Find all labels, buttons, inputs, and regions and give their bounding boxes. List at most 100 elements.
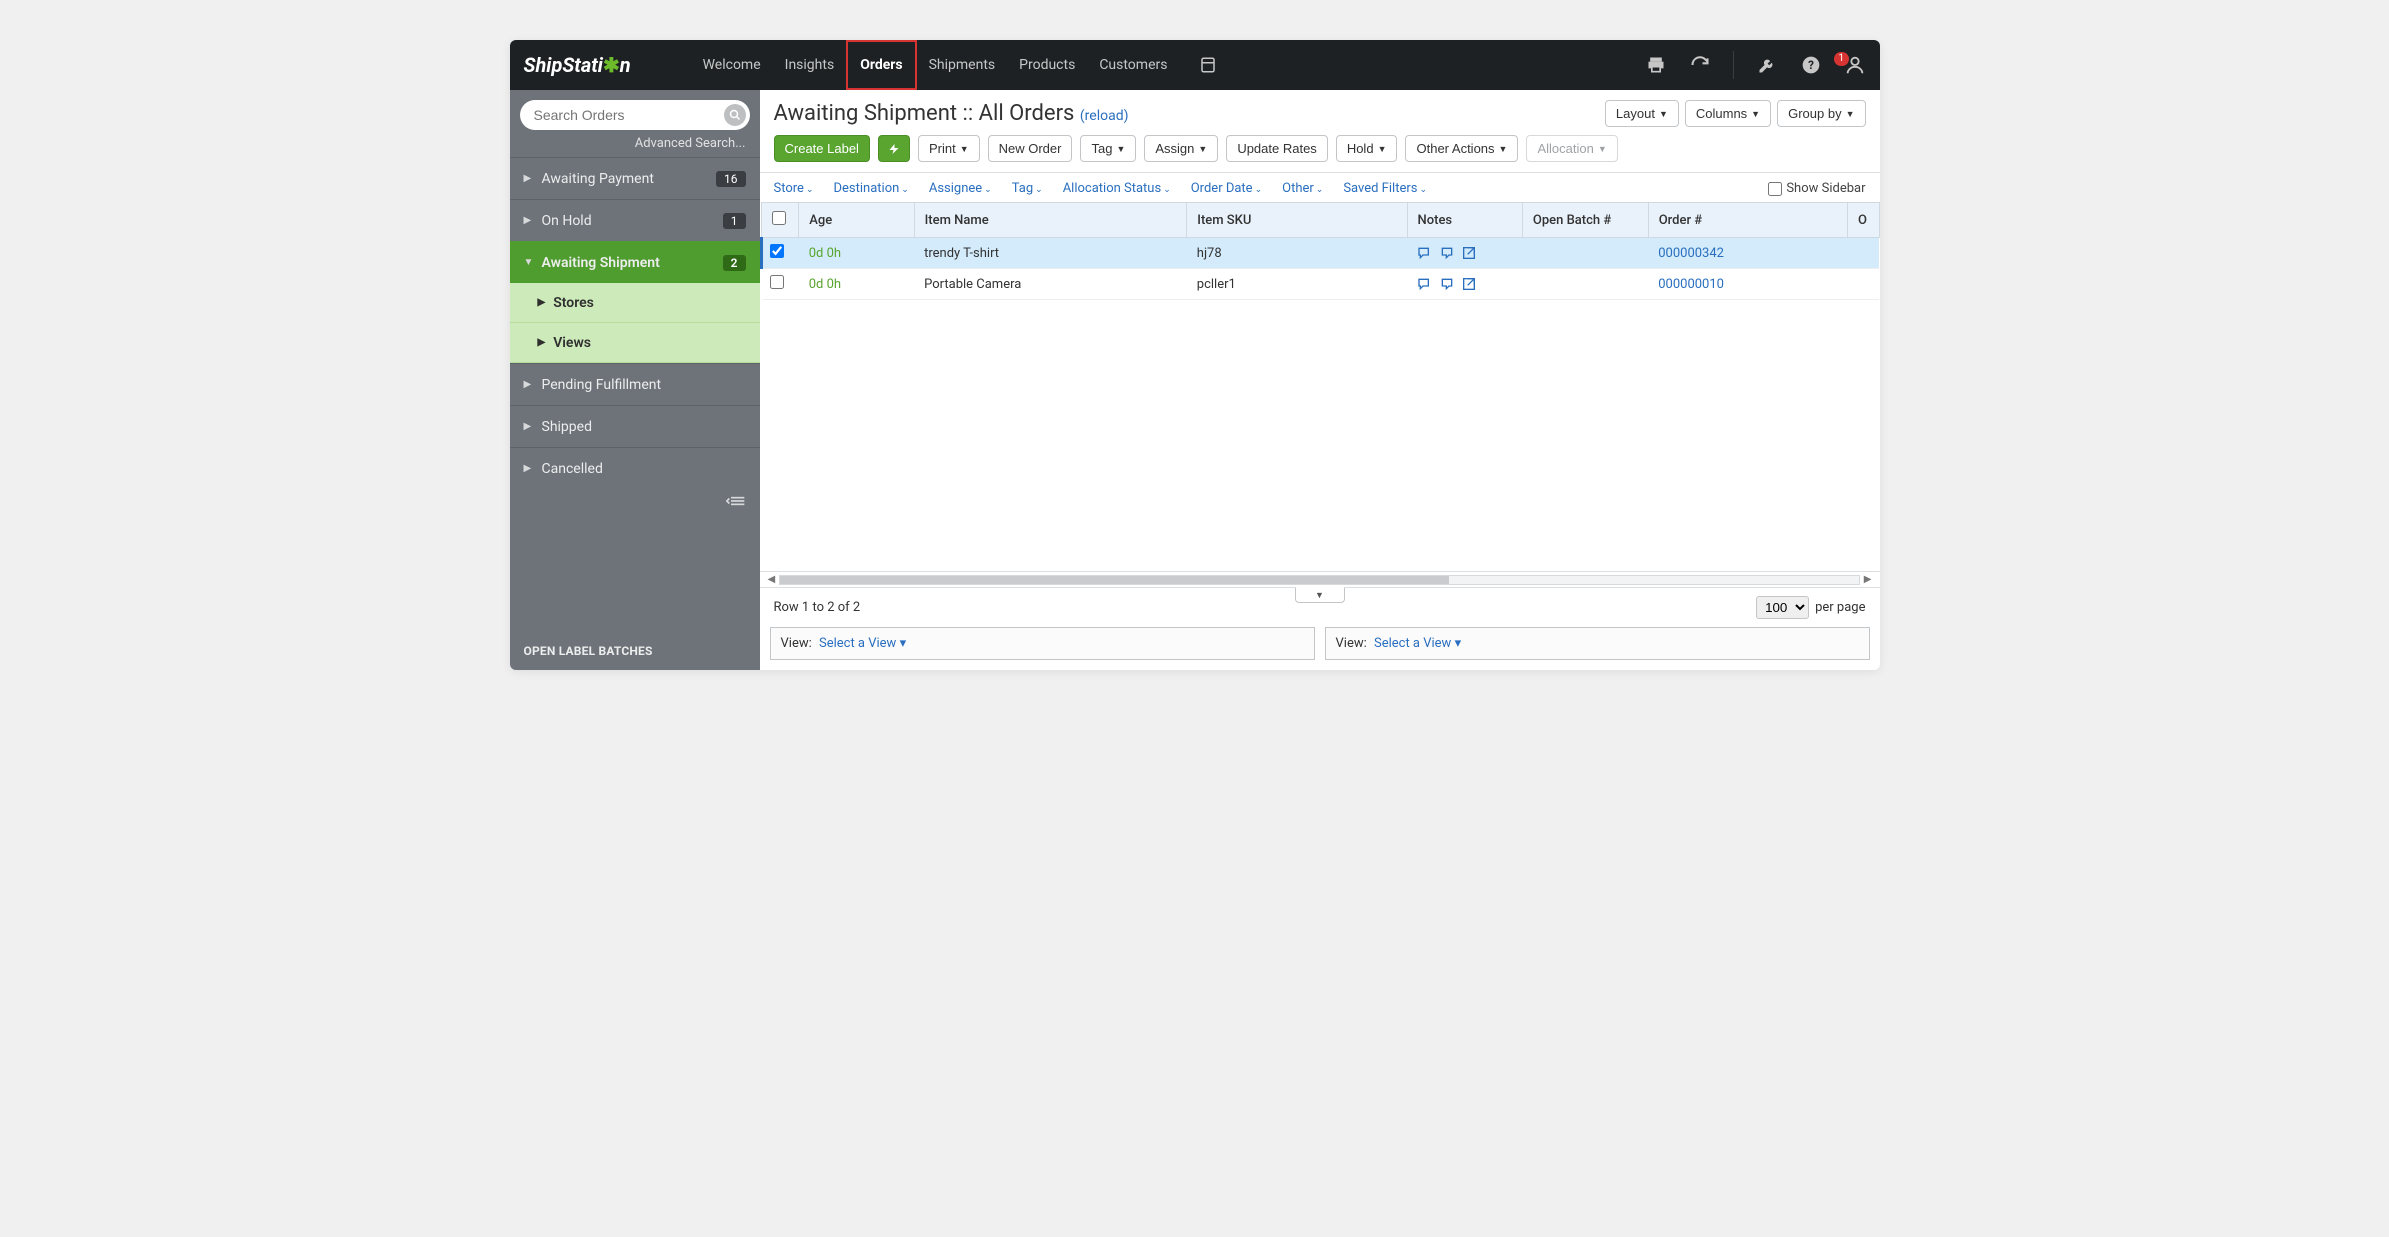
nav-products[interactable]: Products: [1007, 40, 1087, 90]
order-link[interactable]: 000000342: [1658, 246, 1724, 261]
new-order-button[interactable]: New Order: [988, 135, 1073, 162]
select-view-link[interactable]: Select a View ▾: [819, 636, 906, 651]
select-all-checkbox[interactable]: [772, 211, 786, 225]
nav-welcome[interactable]: Welcome: [691, 40, 773, 90]
table-row[interactable]: 0d 0h Portable Camera pcller1: [761, 269, 1879, 300]
sidebar-item-label: Shipped: [542, 419, 746, 435]
quick-ship-button[interactable]: [878, 135, 910, 162]
print-button[interactable]: Print▼: [918, 135, 980, 162]
tag-button[interactable]: Tag▼: [1080, 135, 1136, 162]
horizontal-scrollbar[interactable]: ◀ ▶: [760, 571, 1880, 587]
hold-button[interactable]: Hold▼: [1336, 135, 1398, 162]
table-footer: Row 1 to 2 of 2 ▼ 100 per page: [760, 587, 1880, 627]
filter-bar: Store⌄ Destination⌄ Assignee⌄ Tag⌄ Alloc…: [760, 173, 1880, 202]
search-button[interactable]: [724, 104, 746, 126]
per-page-select[interactable]: 100: [1756, 596, 1809, 619]
filter-store[interactable]: Store⌄: [774, 181, 814, 196]
open-note-icon[interactable]: [1461, 245, 1477, 261]
col-item-name[interactable]: Item Name: [914, 203, 1187, 238]
advanced-search-link[interactable]: Advanced Search...: [510, 132, 760, 157]
internal-note-icon[interactable]: [1439, 276, 1455, 292]
scroll-left-icon[interactable]: ◀: [764, 574, 780, 585]
sidebar-item-cancelled[interactable]: ▶ Cancelled: [510, 447, 760, 489]
nav-shipments[interactable]: Shipments: [917, 40, 1008, 90]
filter-order-date[interactable]: Order Date⌄: [1191, 181, 1262, 196]
sidebar-item-awaiting-shipment[interactable]: ▼ Awaiting Shipment 2: [510, 241, 760, 283]
view-box-left: View: Select a View ▾: [770, 627, 1315, 660]
open-note-icon[interactable]: [1461, 276, 1477, 292]
filter-allocation-status[interactable]: Allocation Status⌄: [1063, 181, 1171, 196]
user-icon[interactable]: 1: [1844, 54, 1866, 76]
table-row[interactable]: 0d 0h trendy T-shirt hj78: [761, 238, 1879, 269]
other-actions-button[interactable]: Other Actions▼: [1405, 135, 1518, 162]
sidebar-sub-label: Views: [553, 335, 591, 351]
customer-note-icon[interactable]: [1417, 276, 1433, 292]
count-badge: 1: [723, 213, 746, 229]
search-box: [520, 100, 750, 130]
help-icon[interactable]: ?: [1800, 54, 1822, 76]
sidebar-sub-views[interactable]: ▶ Views: [510, 323, 760, 363]
expand-handle[interactable]: ▼: [1295, 587, 1345, 603]
nav-insights[interactable]: Insights: [773, 40, 847, 90]
filter-assignee[interactable]: Assignee⌄: [929, 181, 992, 196]
nav-orders[interactable]: Orders: [846, 40, 916, 90]
col-item-sku[interactable]: Item SKU: [1187, 203, 1407, 238]
sidebar-sub-stores[interactable]: ▶ Stores: [510, 283, 760, 323]
search-wrap: [510, 90, 760, 132]
col-overflow[interactable]: O: [1847, 203, 1879, 238]
cell-open-batch: [1522, 269, 1648, 300]
sidebar-sub-label: Stores: [553, 295, 594, 311]
col-age[interactable]: Age: [799, 203, 914, 238]
scroll-right-icon[interactable]: ▶: [1860, 574, 1876, 585]
reload-link[interactable]: (reload): [1080, 108, 1129, 124]
scroll-track[interactable]: [779, 575, 1860, 585]
cell-order-num: 000000342: [1648, 238, 1847, 269]
update-rates-button[interactable]: Update Rates: [1226, 135, 1328, 162]
groupby-button[interactable]: Group by▼: [1777, 100, 1865, 127]
print-icon[interactable]: [1645, 54, 1667, 76]
sidebar-item-awaiting-payment[interactable]: ▶ Awaiting Payment 16: [510, 157, 760, 199]
filter-destination[interactable]: Destination⌄: [833, 181, 908, 196]
search-input[interactable]: [534, 107, 724, 123]
sidebar-item-shipped[interactable]: ▶ Shipped: [510, 405, 760, 447]
open-label-batches[interactable]: OPEN LABEL BATCHES: [510, 632, 760, 670]
views-row: View: Select a View ▾ View: Select a Vie…: [760, 627, 1880, 670]
orders-table-wrap: Age Item Name Item SKU Notes Open Batch …: [760, 202, 1880, 587]
nav-calculator-icon[interactable]: [1179, 40, 1229, 90]
sidebar-item-on-hold[interactable]: ▶ On Hold 1: [510, 199, 760, 241]
wrench-icon[interactable]: [1756, 54, 1778, 76]
sidebar-item-label: On Hold: [542, 213, 723, 229]
filter-saved-filters[interactable]: Saved Filters⌄: [1343, 181, 1427, 196]
row-checkbox[interactable]: [770, 244, 784, 258]
count-badge: 2: [723, 255, 746, 271]
select-view-link[interactable]: Select a View ▾: [1374, 636, 1461, 651]
columns-button[interactable]: Columns▼: [1685, 100, 1771, 127]
refresh-icon[interactable]: [1689, 54, 1711, 76]
caret-right-icon: ▶: [524, 215, 534, 226]
nav-customers[interactable]: Customers: [1087, 40, 1179, 90]
notes-icons: [1417, 276, 1512, 292]
sidebar-item-pending-fulfillment[interactable]: ▶ Pending Fulfillment: [510, 363, 760, 405]
caret-right-icon: ▶: [538, 337, 546, 348]
scroll-thumb[interactable]: [780, 576, 1449, 584]
allocation-button[interactable]: Allocation▼: [1526, 135, 1617, 162]
cell-age: 0d 0h: [799, 238, 914, 269]
customer-note-icon[interactable]: [1417, 245, 1433, 261]
top-icons: ? 1: [1645, 51, 1866, 79]
col-open-batch[interactable]: Open Batch #: [1522, 203, 1648, 238]
show-sidebar-checkbox[interactable]: Show Sidebar: [1768, 181, 1865, 196]
filter-other[interactable]: Other⌄: [1282, 181, 1323, 196]
assign-button[interactable]: Assign▼: [1144, 135, 1218, 162]
order-link[interactable]: 000000010: [1658, 277, 1724, 292]
filter-tag[interactable]: Tag⌄: [1012, 181, 1043, 196]
internal-note-icon[interactable]: [1439, 245, 1455, 261]
layout-button[interactable]: Layout▼: [1605, 100, 1679, 127]
gear-icon: ✱: [603, 53, 620, 77]
create-label-button[interactable]: Create Label: [774, 135, 870, 162]
row-count-text: Row 1 to 2 of 2: [774, 600, 861, 615]
col-notes[interactable]: Notes: [1407, 203, 1522, 238]
collapse-sidebar-button[interactable]: [510, 489, 760, 513]
cell-item-sku: pcller1: [1187, 269, 1407, 300]
col-order-num[interactable]: Order #: [1648, 203, 1847, 238]
row-checkbox[interactable]: [770, 275, 784, 289]
